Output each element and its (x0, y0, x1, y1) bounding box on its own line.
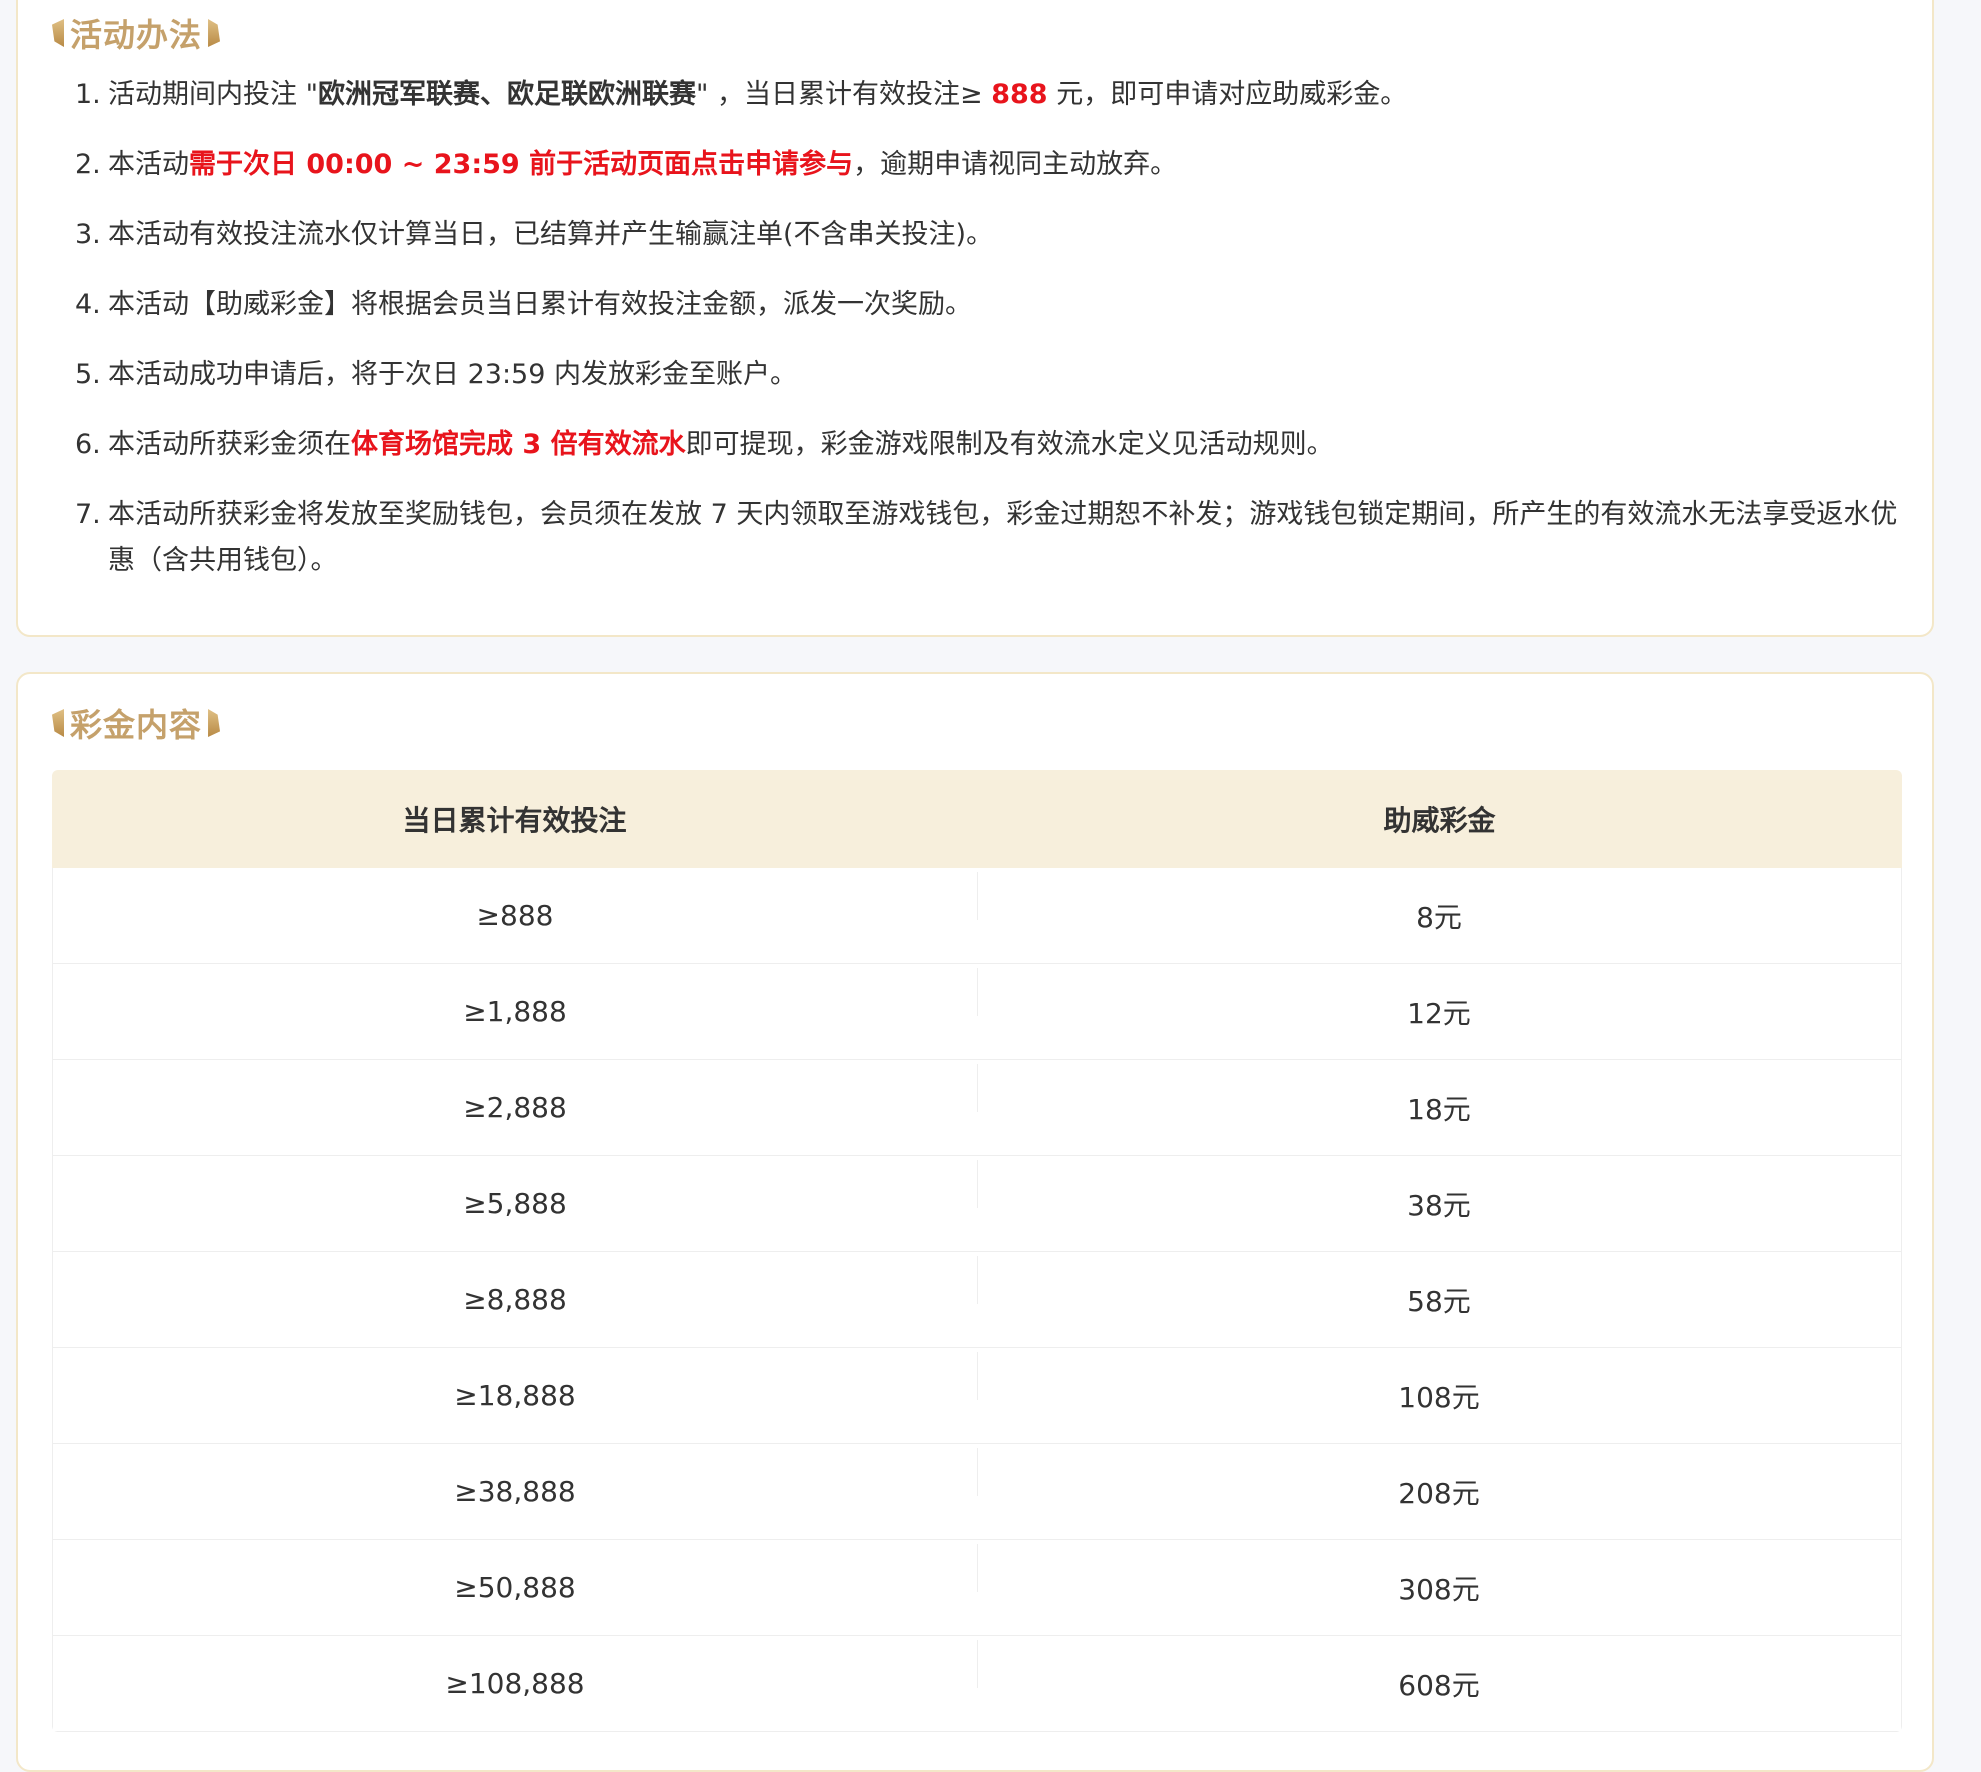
title-bracket-left-icon (52, 19, 64, 47)
bonus-card: 彩金内容 当日累计有效投注 助威彩金 ≥888 8元 ≥1,888 12元 ≥2,888… (16, 672, 1934, 1772)
section-title-rules: 活动办法 (52, 8, 221, 58)
rule-number: 2. (75, 149, 101, 180)
rule-number: 4. (75, 289, 101, 320)
bet-threshold-cell: ≥8,888 (463, 1283, 567, 1316)
rule-text: 本活动所获彩金须在 (108, 429, 351, 460)
rule-number: 1. (75, 79, 101, 110)
rule-emphasis: 888 (991, 79, 1048, 110)
table-row: ≥5,888 38元 (52, 1156, 1902, 1252)
table-row: ≥888 8元 (52, 868, 1902, 964)
title-bracket-left-icon (52, 709, 64, 737)
rule-item: 6. 本活动所获彩金须在体育场馆完成 3 倍有效流水即可提现，彩金游戏限制及有效流… (58, 422, 1908, 468)
section-title-text: 活动办法 (70, 16, 203, 54)
bonus-table: 当日累计有效投注 助威彩金 ≥888 8元 ≥1,888 12元 ≥2,888 18元 ≥5… (52, 770, 1902, 1732)
bonus-amount-cell: 12元 (977, 967, 1901, 1032)
bet-threshold-cell: ≥18,888 (454, 1379, 576, 1412)
rule-text: 本活动有效投注流水仅计算当日，已结算并产生输赢注单(不含串关投注)。 (108, 219, 994, 250)
rule-text: 本活动 (108, 149, 189, 180)
table-row: ≥38,888 208元 (52, 1444, 1902, 1540)
rule-text: 本活动【助威彩金】将根据会员当日累计有效投注金额，派发一次奖励。 (108, 289, 972, 320)
table-header: 当日累计有效投注 助威彩金 (52, 770, 1902, 868)
table-row: ≥108,888 608元 (52, 1636, 1902, 1732)
bet-threshold-cell: ≥1,888 (463, 995, 567, 1028)
bonus-amount-cell: 608元 (977, 1639, 1901, 1704)
bonus-amount-cell: 8元 (977, 871, 1901, 936)
rule-item: 1. 活动期间内投注 "欧洲冠军联赛、欧足联欧洲联赛" ，当日累计有效投注≥ 88… (58, 72, 1908, 118)
section-title-bonus: 彩金内容 (52, 698, 221, 748)
bet-threshold-cell: ≥2,888 (463, 1091, 567, 1124)
rule-text: 活动期间内投注 " (108, 79, 319, 110)
rule-text: 本活动成功申请后，将于次日 23:59 内发放彩金至账户。 (108, 359, 797, 390)
title-bracket-right-icon (208, 19, 221, 47)
rule-text: 本活动所获彩金将发放至奖励钱包，会员须在发放 7 天内领取至游戏钱包，彩金过期恕… (108, 499, 1898, 576)
bonus-amount-cell: 208元 (977, 1447, 1901, 1512)
table-row: ≥1,888 12元 (52, 964, 1902, 1060)
rule-emphasis: 需于次日 00:00 ~ 23:59 前于活动页面点击申请参与 (189, 149, 854, 180)
rule-number: 7. (75, 499, 101, 530)
rule-text: ，逾期申请视同主动放弃。 (853, 149, 1178, 180)
rule-emphasis: 欧洲冠军联赛、欧足联欧洲联赛 (318, 79, 697, 110)
table-row: ≥18,888 108元 (52, 1348, 1902, 1444)
bet-threshold-cell: ≥38,888 (454, 1475, 576, 1508)
rule-text: " ，当日累计有效投注≥ (696, 79, 992, 110)
rule-emphasis: 体育场馆完成 3 倍有效流水 (351, 429, 686, 460)
rule-item: 3. 本活动有效投注流水仅计算当日，已结算并产生输赢注单(不含串关投注)。 (58, 212, 1908, 258)
rule-item: 2. 本活动需于次日 00:00 ~ 23:59 前于活动页面点击申请参与，逾期申… (58, 142, 1908, 188)
section-title-text: 彩金内容 (70, 706, 203, 744)
table-row: ≥50,888 308元 (52, 1540, 1902, 1636)
bonus-amount-cell: 308元 (977, 1543, 1901, 1608)
table-row: ≥8,888 58元 (52, 1252, 1902, 1348)
bet-threshold-cell: ≥888 (476, 899, 554, 932)
bonus-amount-cell: 58元 (977, 1255, 1901, 1320)
rules-card: 活动办法 1. 活动期间内投注 "欧洲冠军联赛、欧足联欧洲联赛" ，当日累计有效投… (16, 0, 1934, 637)
bonus-amount-cell: 108元 (977, 1351, 1901, 1416)
rules-list: 1. 活动期间内投注 "欧洲冠军联赛、欧足联欧洲联赛" ，当日累计有效投注≥ 88… (58, 72, 1908, 608)
bonus-amount-cell: 18元 (977, 1063, 1901, 1128)
title-bracket-right-icon (208, 709, 221, 737)
rule-number: 5. (75, 359, 101, 390)
bet-threshold-cell: ≥108,888 (445, 1667, 585, 1700)
column-header-bonus: 助威彩金 (1383, 804, 1496, 837)
rule-item: 7. 本活动所获彩金将发放至奖励钱包，会员须在发放 7 天内领取至游戏钱包，彩金过… (58, 492, 1908, 584)
bet-threshold-cell: ≥50,888 (454, 1571, 576, 1604)
rule-text: 元，即可申请对应助威彩金。 (1047, 79, 1408, 110)
table-body: ≥888 8元 ≥1,888 12元 ≥2,888 18元 ≥5,888 38元 ≥8,888 5… (52, 868, 1902, 1732)
table-row: ≥2,888 18元 (52, 1060, 1902, 1156)
rule-text: 即可提现，彩金游戏限制及有效流水定义见活动规则。 (685, 429, 1334, 460)
column-header-bet: 当日累计有效投注 (402, 804, 627, 837)
rule-item: 4. 本活动【助威彩金】将根据会员当日累计有效投注金额，派发一次奖励。 (58, 282, 1908, 328)
bonus-amount-cell: 38元 (977, 1159, 1901, 1224)
bet-threshold-cell: ≥5,888 (463, 1187, 567, 1220)
rule-number: 3. (75, 219, 101, 250)
rule-item: 5. 本活动成功申请后，将于次日 23:59 内发放彩金至账户。 (58, 352, 1908, 398)
rule-number: 6. (75, 429, 101, 460)
